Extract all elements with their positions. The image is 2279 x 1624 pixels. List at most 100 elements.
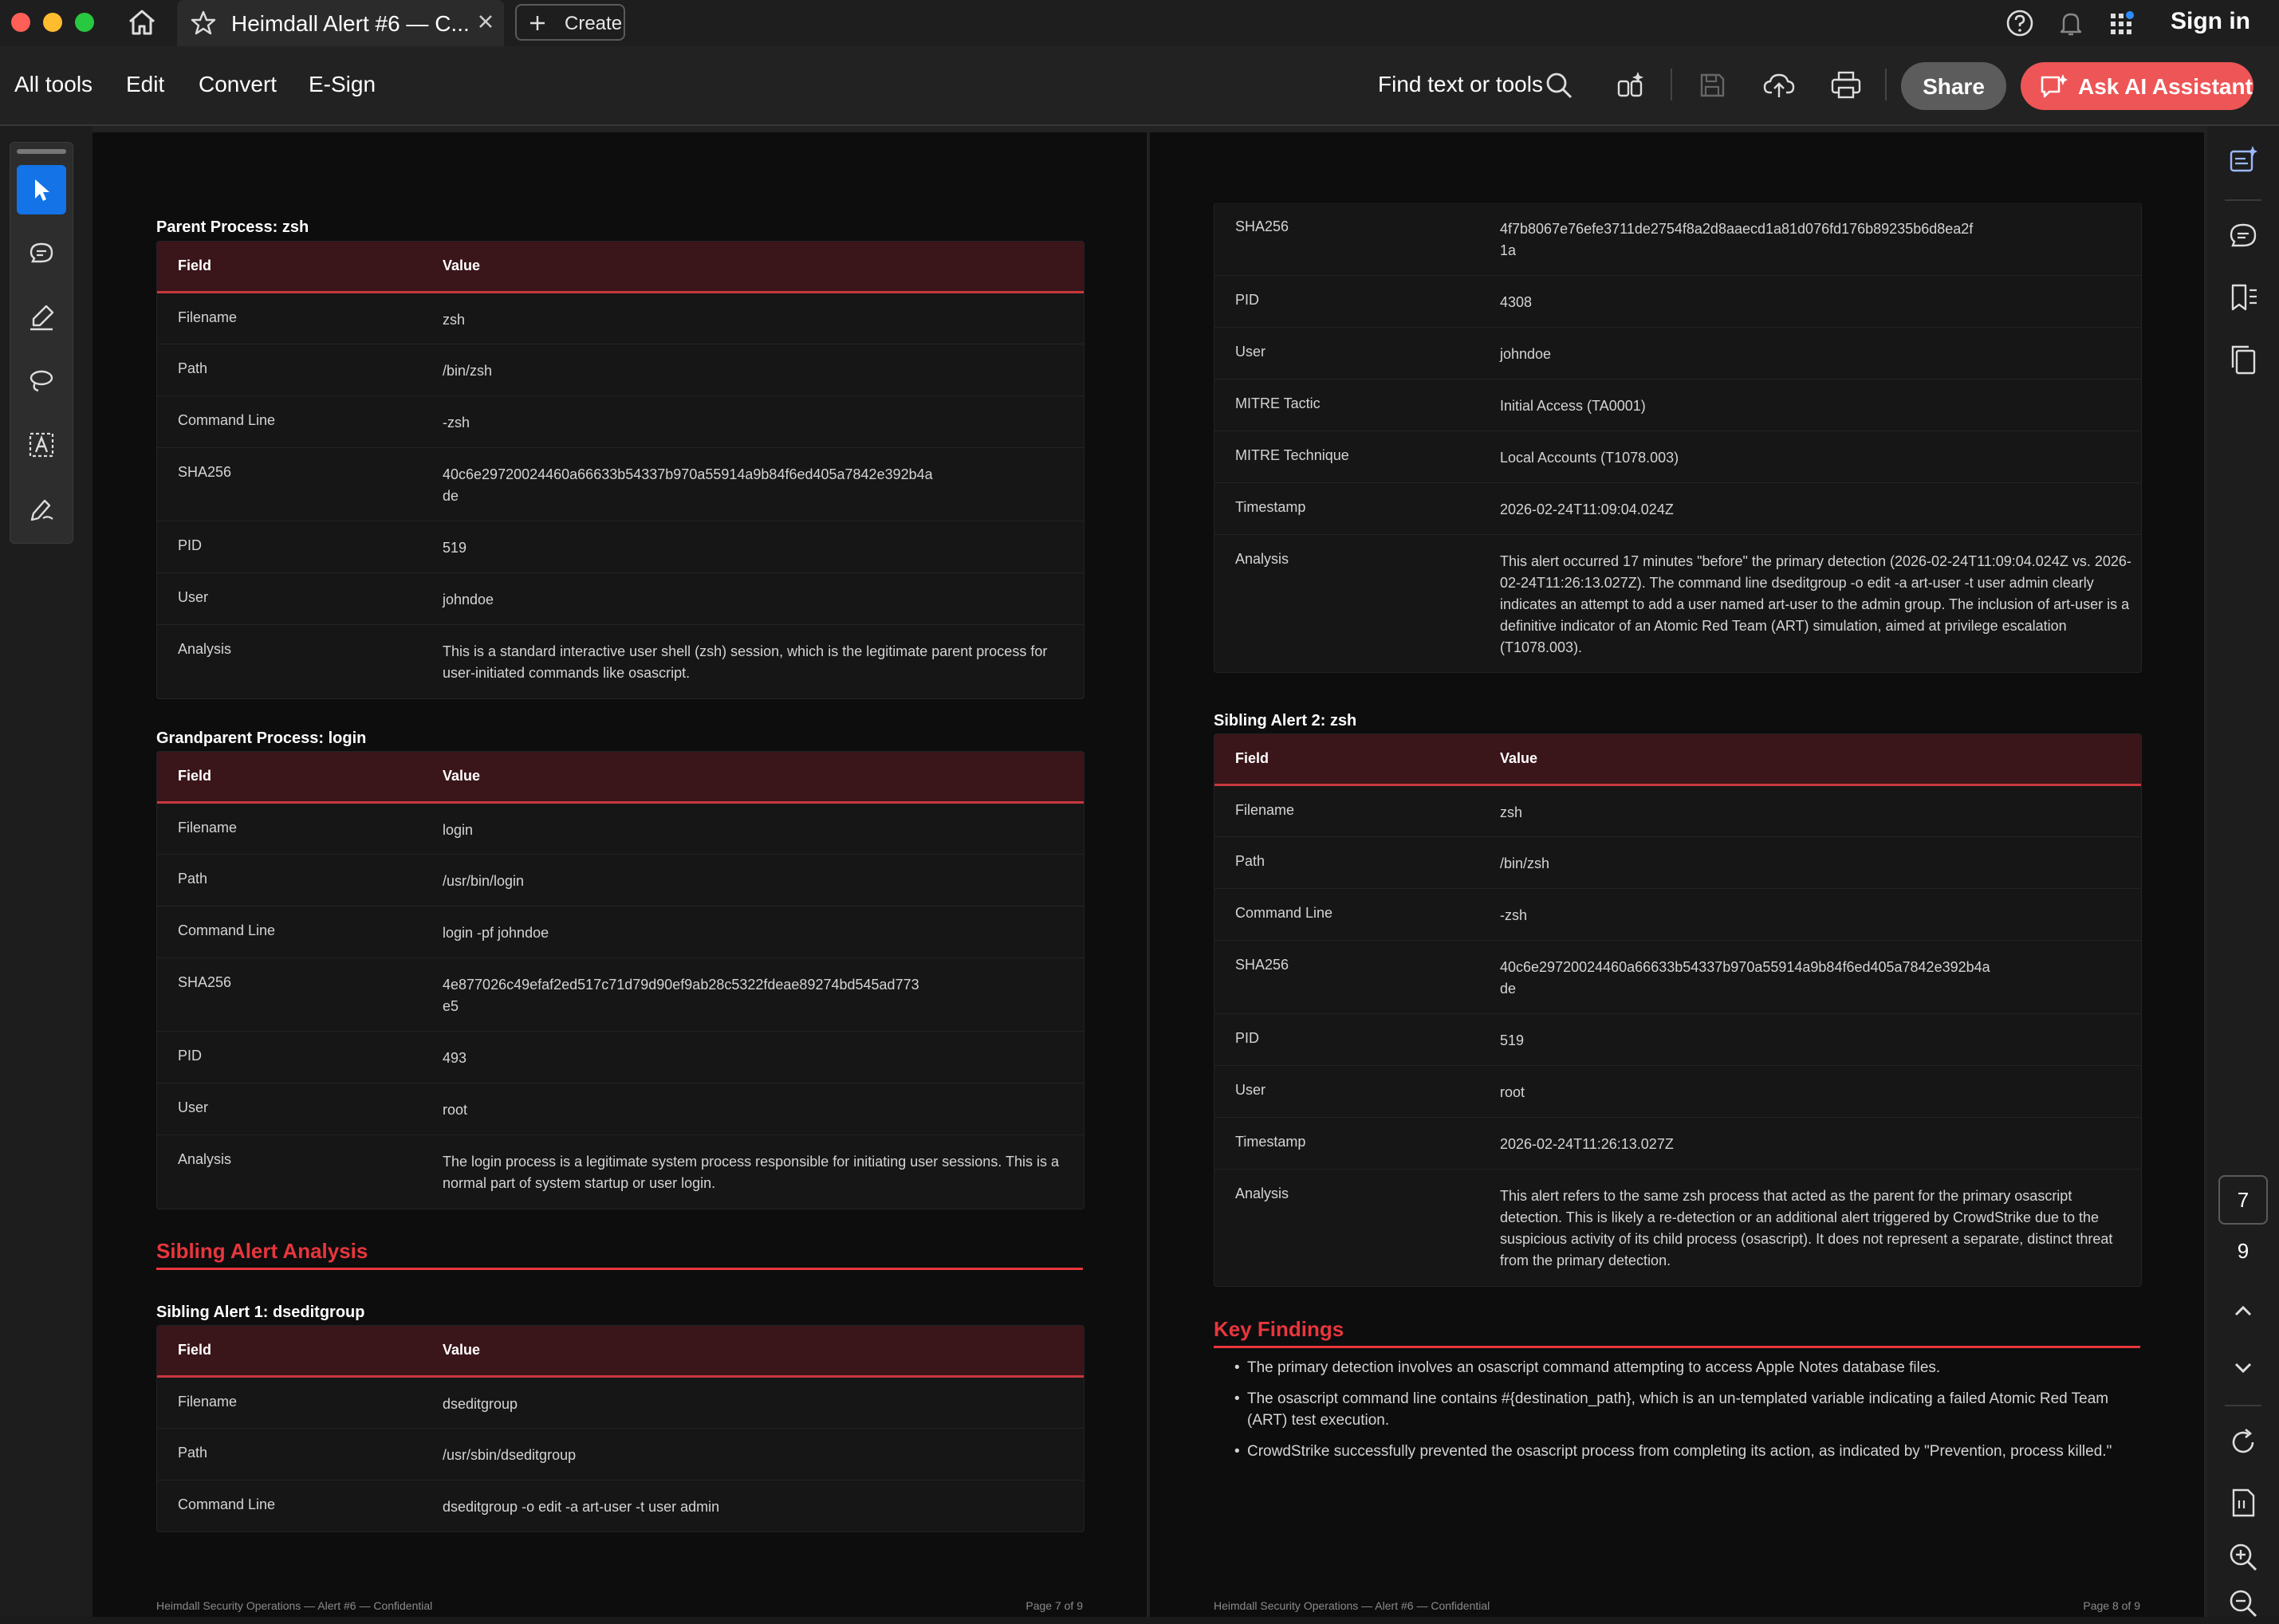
value-cell: root — [443, 1102, 468, 1118]
draw-tool[interactable] — [17, 356, 66, 406]
section-divider — [156, 1268, 1083, 1270]
table-row: Timestamp 2026-02-24T11:09:04.024Z — [1214, 483, 2141, 535]
ai-tools-icon[interactable] — [1614, 69, 1647, 102]
field-header: Field — [178, 768, 212, 784]
bullet: • — [1234, 1443, 1240, 1460]
table-row: Path/bin/zsh — [157, 344, 1084, 396]
page-8: SHA256 4f7b8067e76efe3711de2754f8a2d8aaec… — [1150, 132, 2204, 1617]
field-cell: Path — [178, 871, 208, 887]
zoom-out-icon[interactable] — [2226, 1587, 2260, 1620]
table-row: MITRE Technique Local Accounts (T1078.003… — [1214, 431, 2141, 483]
text-box-icon — [29, 432, 54, 458]
sign-in-link[interactable]: Sign in — [2171, 8, 2250, 35]
highlight-tool[interactable] — [17, 293, 66, 342]
search-icon[interactable] — [1544, 70, 1574, 100]
create-button[interactable]: Create — [515, 4, 625, 41]
field-cell: SHA256 — [178, 974, 232, 990]
sign-tool[interactable] — [17, 484, 66, 533]
toolbar-divider — [1671, 69, 1672, 100]
page-fit-icon[interactable] — [2226, 1486, 2260, 1520]
value-cell: 519 — [443, 540, 467, 556]
ai-summary-icon[interactable] — [2226, 144, 2260, 177]
menu-all-tools[interactable]: All tools — [14, 72, 92, 97]
page-footer-right: Page 8 of 9 — [2083, 1599, 2140, 1612]
table-row: Analysis This alert occurred 17 minutes "… — [1214, 535, 2141, 672]
value-cell: dseditgroup -o edit -a art-user -t user … — [443, 1499, 720, 1515]
tab-title: Heimdall Alert #6 — C... — [231, 11, 470, 36]
finding-text: The primary detection involves an osascr… — [1247, 1359, 1941, 1376]
page-footer-left: Heimdall Security Operations — Alert #6 … — [156, 1599, 433, 1612]
table-row: Filename dseditgroup — [157, 1378, 1084, 1429]
value-cell: This alert occurred 17 minutes "before" … — [1500, 553, 2131, 655]
grandparent-process-table: Field Value Filename login Path/usr/bin/l… — [156, 751, 1084, 1209]
bookmark-icon[interactable] — [2226, 281, 2260, 314]
total-pages: 9 — [2237, 1239, 2249, 1263]
create-label: Create — [565, 13, 623, 34]
field-cell: User — [178, 589, 209, 605]
select-tool[interactable] — [17, 165, 66, 214]
zoom-in-icon[interactable] — [2226, 1540, 2260, 1574]
document-tab[interactable]: Heimdall Alert #6 — C... — [177, 0, 504, 46]
chevron-up-icon[interactable] — [2226, 1295, 2260, 1328]
value-cell: 4f7b8067e76efe3711de2754f8a2d8aaecd1a81d… — [1500, 221, 1974, 258]
table-row: Timestamp 2026-02-24T11:26:13.027Z — [1214, 1118, 2141, 1170]
menu-edit[interactable]: Edit — [126, 72, 164, 97]
window-zoom-button[interactable] — [75, 13, 94, 32]
close-icon[interactable] — [474, 10, 498, 33]
value-cell: This is a standard interactive user shel… — [443, 643, 1048, 681]
pages-icon[interactable] — [2226, 343, 2260, 376]
document-viewer[interactable]: Parent Process: zsh Field Value Filename… — [92, 126, 2207, 1617]
rail-divider — [2225, 1405, 2261, 1406]
field-cell: PID — [1235, 292, 1260, 308]
bullet: • — [1234, 1359, 1240, 1376]
field-cell: Analysis — [178, 1151, 232, 1167]
field-cell: User — [1235, 344, 1266, 360]
window-minimize-button[interactable] — [43, 13, 62, 32]
chevron-down-icon[interactable] — [2226, 1351, 2260, 1384]
field-cell: Path — [178, 1445, 208, 1461]
table-row: PID 4308 — [1214, 276, 2141, 328]
value-cell: root — [1500, 1084, 1525, 1100]
table-row: Analysis This alert refers to the same zs… — [1214, 1170, 2141, 1286]
comment-tool[interactable] — [17, 229, 66, 278]
apps-grid-icon[interactable] — [2107, 8, 2137, 38]
print-icon[interactable] — [1829, 69, 1863, 102]
cloud-upload-icon[interactable] — [1762, 69, 1796, 102]
table-row: Filename zsh — [157, 293, 1084, 344]
comments-icon[interactable] — [2226, 218, 2260, 252]
title-bar: Heimdall Alert #6 — C... Create Sign in — [0, 0, 2279, 46]
bell-icon[interactable] — [2056, 8, 2086, 38]
table-row: User root — [157, 1083, 1084, 1135]
panel-drag-handle[interactable] — [17, 149, 66, 154]
field-cell: PID — [178, 537, 203, 553]
value-cell: 2026-02-24T11:09:04.024Z — [1500, 501, 1674, 517]
find-text-or-tools[interactable]: Find text or tools — [1378, 72, 1543, 97]
home-icon[interactable] — [124, 5, 159, 40]
refresh-icon[interactable] — [2226, 1425, 2260, 1459]
value-cell: 519 — [1500, 1032, 1525, 1048]
menu-convert[interactable]: Convert — [199, 72, 277, 97]
table-row: Analysis The login process is a legitimat… — [157, 1135, 1084, 1209]
current-page-input[interactable]: 7 — [2218, 1175, 2268, 1225]
field-cell: SHA256 — [1235, 218, 1289, 234]
field-cell: Path — [178, 360, 208, 376]
value-cell: 493 — [443, 1050, 467, 1066]
field-cell: Analysis — [178, 641, 232, 657]
help-icon[interactable] — [2005, 8, 2035, 38]
field-cell: MITRE Technique — [1235, 447, 1349, 463]
sibling-alert-1-table-continued: SHA256 4f7b8067e76efe3711de2754f8a2d8aaec… — [1214, 203, 2142, 673]
window-close-button[interactable] — [11, 13, 30, 32]
value-cell: 40c6e29720024460a66633b54337b970a55914a9… — [443, 466, 933, 504]
value-cell: /bin/zsh — [1500, 855, 1550, 871]
value-header: Value — [443, 768, 481, 784]
star-icon[interactable] — [190, 10, 217, 37]
save-icon[interactable] — [1695, 69, 1729, 102]
menu-e-sign[interactable]: E-Sign — [309, 72, 376, 97]
text-select-tool[interactable] — [17, 420, 66, 470]
table-header: Field Value — [157, 1326, 1084, 1378]
value-header: Value — [443, 1342, 481, 1358]
ask-ai-assistant-button[interactable]: Ask AI Assistant — [2021, 62, 2253, 110]
field-cell: User — [1235, 1082, 1266, 1098]
field-header: Field — [178, 258, 212, 273]
share-button[interactable]: Share — [1901, 62, 2006, 110]
